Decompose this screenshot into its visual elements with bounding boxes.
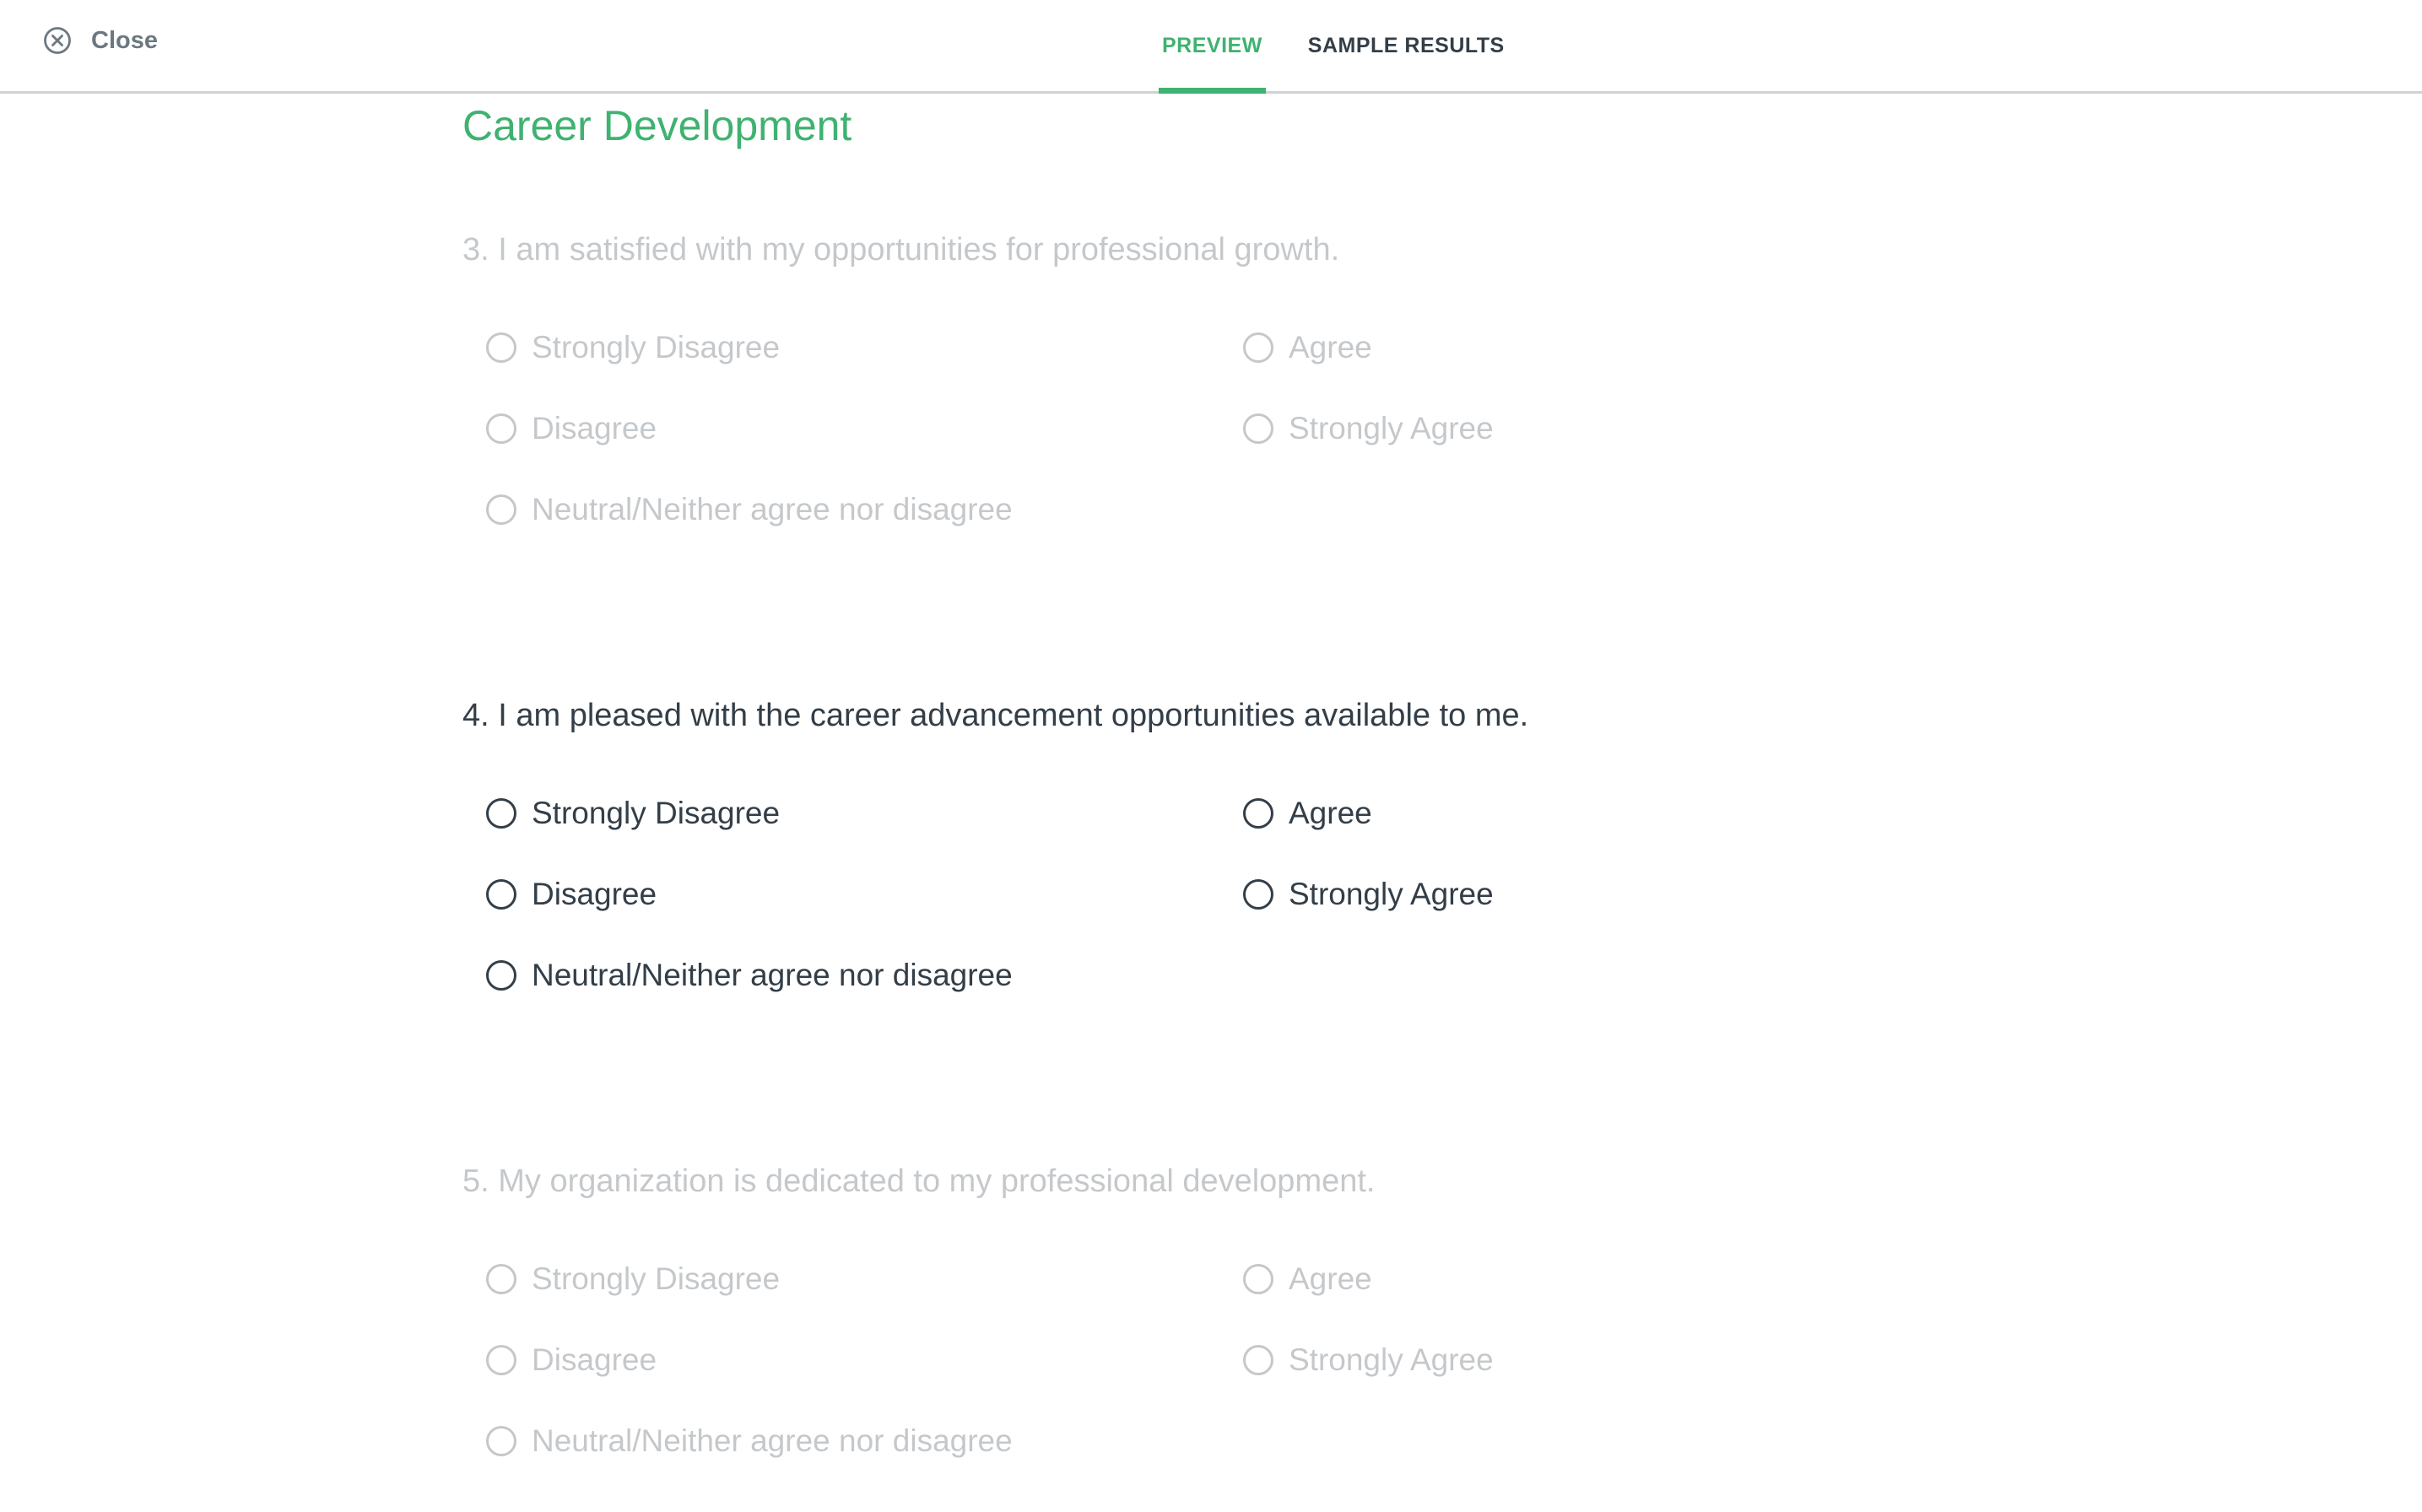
- view-tabs: PREVIEW SAMPLE RESULTS: [1159, 0, 1547, 94]
- question-5: 5. My organization is dedicated to my pr…: [462, 1160, 1897, 1512]
- option-label: Strongly Agree: [1289, 877, 1494, 911]
- answer-options: Strongly Disagree Disagree Neutral/Neith…: [462, 793, 1897, 1046]
- option-label: Neutral/Neither agree nor disagree: [532, 1423, 1013, 1458]
- option-agree[interactable]: Agree: [1243, 1259, 1372, 1299]
- option-strongly-agree[interactable]: Strongly Agree: [1243, 874, 1494, 915]
- option-label: Agree: [1289, 330, 1372, 364]
- option-agree[interactable]: Agree: [1243, 327, 1372, 368]
- question-text: 5. My organization is dedicated to my pr…: [462, 1164, 1376, 1199]
- option-label: Strongly Agree: [1289, 411, 1494, 446]
- option-label: Neutral/Neither agree nor disagree: [532, 492, 1013, 526]
- option-agree[interactable]: Agree: [1243, 793, 1372, 834]
- option-label: Disagree: [532, 877, 657, 911]
- option-disagree[interactable]: Disagree: [486, 408, 657, 449]
- option-disagree[interactable]: Disagree: [486, 874, 657, 915]
- radio-unselected-icon[interactable]: [486, 332, 516, 363]
- option-label: Neutral/Neither agree nor disagree: [532, 958, 1013, 992]
- radio-unselected-icon[interactable]: [1243, 1345, 1273, 1375]
- radio-unselected-icon[interactable]: [486, 879, 516, 910]
- option-label: Disagree: [532, 1342, 657, 1377]
- option-strongly-agree[interactable]: Strongly Agree: [1243, 408, 1494, 449]
- radio-unselected-icon[interactable]: [486, 1426, 516, 1456]
- option-label: Strongly Disagree: [532, 1261, 781, 1296]
- option-label: Strongly Disagree: [532, 330, 781, 364]
- option-neutral[interactable]: Neutral/Neither agree nor disagree: [486, 489, 1013, 530]
- radio-unselected-icon[interactable]: [486, 494, 516, 525]
- page-title: Career Development: [462, 102, 852, 149]
- question-3: 3. I am satisfied with my opportunities …: [462, 229, 1897, 580]
- tab-sample-results[interactable]: SAMPLE RESULTS: [1305, 0, 1508, 91]
- radio-unselected-icon[interactable]: [1243, 332, 1273, 363]
- radio-unselected-icon[interactable]: [1243, 879, 1273, 910]
- close-circle-icon: [44, 27, 71, 54]
- option-neutral[interactable]: Neutral/Neither agree nor disagree: [486, 955, 1013, 996]
- close-button[interactable]: Close: [42, 24, 158, 57]
- radio-unselected-icon[interactable]: [1243, 798, 1273, 829]
- option-label: Strongly Agree: [1289, 1342, 1494, 1377]
- option-strongly-disagree[interactable]: Strongly Disagree: [486, 327, 780, 368]
- tab-preview[interactable]: PREVIEW: [1159, 0, 1266, 94]
- radio-unselected-icon[interactable]: [486, 1264, 516, 1294]
- radio-unselected-icon[interactable]: [486, 960, 516, 991]
- top-bar: Close PREVIEW SAMPLE RESULTS: [0, 0, 2422, 94]
- option-neutral[interactable]: Neutral/Neither agree nor disagree: [486, 1421, 1013, 1461]
- option-strongly-disagree[interactable]: Strongly Disagree: [486, 1259, 780, 1299]
- radio-unselected-icon[interactable]: [486, 798, 516, 829]
- option-label: Strongly Disagree: [532, 796, 781, 830]
- answer-options: Strongly Disagree Disagree Neutral/Neith…: [462, 1259, 1897, 1512]
- option-label: Disagree: [532, 411, 657, 446]
- option-label: Agree: [1289, 796, 1372, 830]
- option-label: Agree: [1289, 1261, 1372, 1296]
- answer-options: Strongly Disagree Disagree Neutral/Neith…: [462, 327, 1897, 580]
- radio-unselected-icon[interactable]: [1243, 1264, 1273, 1294]
- question-4: 4. I am pleased with the career advancem…: [462, 694, 1897, 1046]
- question-text: 4. I am pleased with the career advancem…: [462, 698, 1529, 733]
- option-disagree[interactable]: Disagree: [486, 1340, 657, 1380]
- radio-unselected-icon[interactable]: [1243, 413, 1273, 444]
- option-strongly-agree[interactable]: Strongly Agree: [1243, 1340, 1494, 1380]
- radio-unselected-icon[interactable]: [486, 413, 516, 444]
- radio-unselected-icon[interactable]: [486, 1345, 516, 1375]
- question-text: 3. I am satisfied with my opportunities …: [462, 232, 1340, 267]
- option-strongly-disagree[interactable]: Strongly Disagree: [486, 793, 780, 834]
- close-label: Close: [91, 26, 158, 54]
